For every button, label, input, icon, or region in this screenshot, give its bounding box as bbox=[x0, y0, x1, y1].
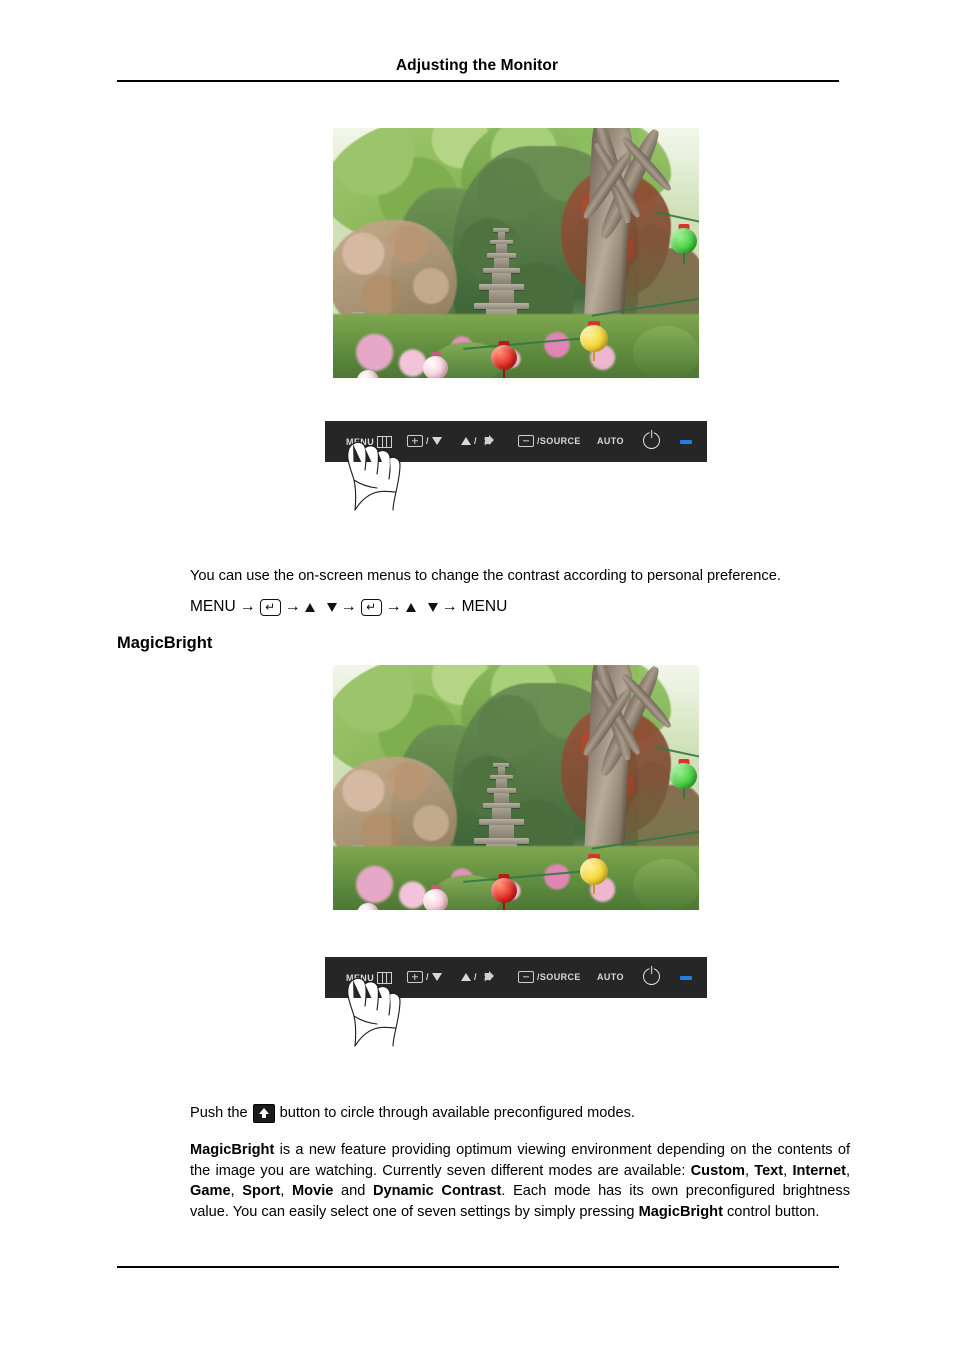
arrow-glyph: → bbox=[385, 598, 402, 615]
speaker-volume-icon bbox=[476, 971, 496, 983]
magicbright-mode: Movie bbox=[292, 1183, 334, 1200]
volume-up-button[interactable]: / bbox=[461, 435, 496, 447]
down-triangle-icon bbox=[427, 602, 438, 612]
magicbright-mode: Internet bbox=[792, 1162, 846, 1179]
foreground-bush bbox=[633, 859, 699, 910]
led-indicator bbox=[680, 440, 692, 444]
magicbright-mode: Custom bbox=[690, 1162, 745, 1179]
up-triangle-icon bbox=[304, 602, 315, 612]
contrast-description: You can use the on-screen menus to chang… bbox=[190, 568, 781, 584]
magicbright-mode: Sport bbox=[242, 1183, 281, 1200]
nav-start-label: MENU bbox=[190, 598, 236, 615]
nav-end-label: MENU bbox=[461, 598, 508, 615]
enter-key-icon bbox=[259, 598, 281, 616]
source-button[interactable]: /SOURCE bbox=[518, 971, 581, 983]
up-triangle-icon bbox=[461, 436, 471, 445]
auto-button-label: AUTO bbox=[597, 972, 624, 982]
arrow-glyph: → bbox=[441, 598, 458, 615]
garden-photo-contrast bbox=[333, 128, 699, 378]
source-button-label: /SOURCE bbox=[537, 436, 581, 446]
magicbright-term: MagicBright bbox=[638, 1204, 723, 1221]
header-divider bbox=[117, 80, 839, 82]
power-button[interactable] bbox=[643, 432, 660, 449]
magicbright-push-instruction: Push the button to circle through availa… bbox=[190, 1103, 850, 1124]
menu-button-label: MENU bbox=[346, 437, 375, 447]
magicbright-description: MagicBright is a new feature providing o… bbox=[190, 1140, 850, 1223]
menu-navigation-sequence: MENU → → → → → MENU bbox=[190, 598, 507, 616]
power-led bbox=[680, 976, 692, 980]
enter-box-icon bbox=[518, 435, 534, 447]
auto-button[interactable]: AUTO bbox=[597, 972, 624, 982]
magicbright-button-icon bbox=[252, 1103, 275, 1123]
magicbright-mode: Text bbox=[754, 1162, 784, 1179]
garden-photo-magicbright bbox=[333, 665, 699, 910]
monitor-control-panel[interactable]: MENU / / /SOURCE AUTO bbox=[325, 957, 707, 998]
power-button[interactable] bbox=[643, 968, 660, 985]
auto-button[interactable]: AUTO bbox=[597, 436, 624, 446]
brightness-down-button[interactable]: / bbox=[407, 971, 442, 983]
arrow-glyph: → bbox=[239, 598, 256, 615]
foreground-bush bbox=[633, 326, 699, 378]
brightness-box-icon bbox=[407, 971, 423, 983]
enter-box-icon bbox=[518, 971, 534, 983]
power-icon bbox=[643, 968, 660, 985]
menu-button[interactable]: MENU bbox=[346, 972, 393, 984]
separator-label: / bbox=[426, 972, 429, 982]
magicbright-mode: Dynamic Contrast bbox=[372, 1183, 502, 1200]
push-prefix-label: Push the bbox=[190, 1105, 248, 1121]
document-page: Adjusting the Monitor MENU / / /SOURCE A… bbox=[0, 0, 954, 1350]
menu-button-label: MENU bbox=[346, 973, 375, 983]
led-indicator bbox=[680, 976, 692, 980]
footer-divider bbox=[117, 1266, 839, 1268]
magicbright-desc-3: control button. bbox=[722, 1204, 820, 1221]
menu-grid-icon bbox=[377, 972, 393, 984]
push-suffix-label: button to circle through available preco… bbox=[279, 1105, 635, 1121]
monitor-control-panel[interactable]: MENU / / /SOURCE AUTO bbox=[325, 421, 707, 462]
down-triangle-icon bbox=[431, 437, 442, 445]
separator-label: / bbox=[426, 436, 429, 446]
speaker-volume-icon bbox=[476, 435, 496, 447]
menu-button[interactable]: MENU bbox=[346, 436, 393, 448]
brightness-down-button[interactable]: / bbox=[407, 435, 442, 447]
arrow-glyph: → bbox=[284, 598, 301, 615]
down-triangle-icon bbox=[326, 602, 337, 612]
source-button[interactable]: /SOURCE bbox=[518, 435, 581, 447]
down-triangle-icon bbox=[431, 973, 442, 981]
arrow-glyph: → bbox=[340, 598, 357, 615]
up-triangle-icon bbox=[405, 602, 416, 612]
magicbright-mode: Game bbox=[190, 1183, 231, 1200]
power-icon bbox=[643, 432, 660, 449]
volume-up-button[interactable]: / bbox=[461, 971, 496, 983]
magicbright-heading: MagicBright bbox=[117, 634, 213, 652]
up-triangle-icon bbox=[461, 972, 471, 981]
power-led bbox=[680, 440, 692, 444]
enter-key-icon bbox=[360, 598, 382, 616]
auto-button-label: AUTO bbox=[597, 436, 624, 446]
menu-grid-icon bbox=[377, 436, 393, 448]
magicbright-term: MagicBright bbox=[190, 1142, 275, 1158]
brightness-box-icon bbox=[407, 435, 423, 447]
page-header-title: Adjusting the Monitor bbox=[395, 57, 559, 74]
source-button-label: /SOURCE bbox=[537, 972, 581, 982]
